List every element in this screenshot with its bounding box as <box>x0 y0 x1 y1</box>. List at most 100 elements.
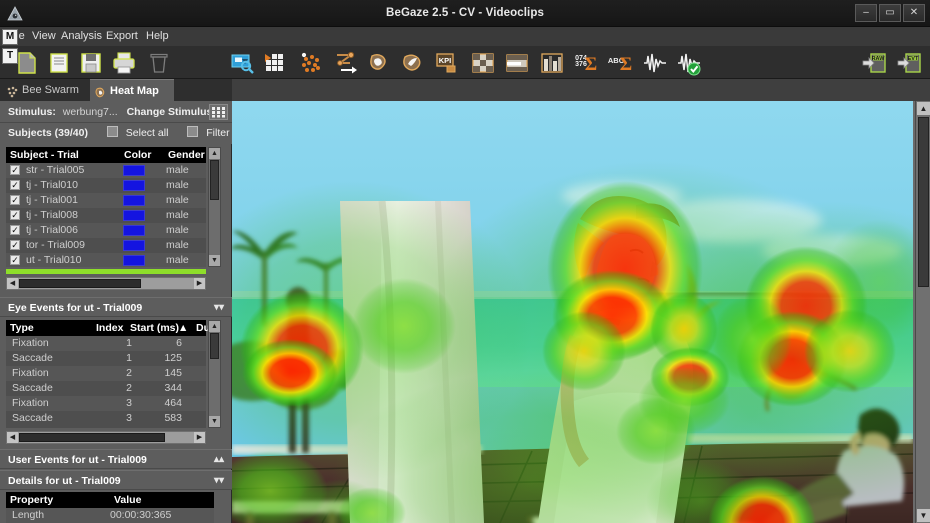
numeric-sum-icon[interactable]: 074 376 Σ <box>573 50 599 76</box>
filter-checkbox[interactable] <box>187 126 199 137</box>
table-row[interactable]: ✓ tor - Trial009 male <box>6 238 206 253</box>
scroll-up-arrow[interactable]: ▲ <box>917 102 930 115</box>
alphabetic-sum-icon[interactable]: ABC Σ <box>608 50 634 76</box>
table-row[interactable]: ✓ str - Trial005 male <box>6 163 206 178</box>
chevron-double-up-icon[interactable]: ▴▴ <box>214 450 224 470</box>
scroll-down-arrow[interactable]: ▼ <box>209 416 220 427</box>
cell-start: 125 <box>164 352 182 364</box>
color-swatch[interactable] <box>123 180 145 191</box>
table-row[interactable]: ✓ tj - Trial010 male <box>6 178 206 193</box>
export-raw-icon[interactable]: RAW <box>862 50 888 76</box>
color-swatch[interactable] <box>123 210 145 221</box>
table-row[interactable]: Saccade 3 583 <box>6 411 206 426</box>
scroll-down-arrow[interactable]: ▼ <box>917 509 930 522</box>
scroll-left-arrow[interactable]: ◀ <box>7 432 18 443</box>
row-checkbox[interactable]: ✓ <box>10 225 20 235</box>
color-swatch[interactable] <box>123 225 145 236</box>
color-swatch[interactable] <box>123 255 145 266</box>
eye-events-section-header[interactable]: Eye Events for ut - Trial009 ▾▾ <box>0 297 232 317</box>
column-gender[interactable]: Gender <box>164 147 206 163</box>
scroll-up-arrow[interactable]: ▲ <box>209 148 220 159</box>
viewport-vertical-scrollbar[interactable]: ▲ ▼ <box>915 101 930 523</box>
table-row[interactable]: Fixation 3 464 <box>6 396 206 411</box>
row-checkbox[interactable]: ✓ <box>10 210 20 220</box>
column-subject-trial[interactable]: Subject - Trial <box>6 147 118 163</box>
event-detection-icon[interactable] <box>676 50 702 76</box>
user-events-section-header[interactable]: User Events for ut - Trial009 ▴▴ <box>0 449 232 469</box>
binning-chart-icon[interactable] <box>470 50 496 76</box>
column-type[interactable]: Type <box>6 320 92 336</box>
row-checkbox[interactable]: ✓ <box>10 240 20 250</box>
mouse-mode-badge[interactable]: M <box>2 29 18 45</box>
column-start[interactable]: Start (ms) <box>126 320 182 336</box>
scanpath-icon[interactable] <box>333 50 359 76</box>
column-blank[interactable] <box>184 492 214 508</box>
heatmap-icon[interactable] <box>366 50 392 76</box>
scrollbar-thumb[interactable] <box>19 433 165 442</box>
table-row[interactable]: Saccade 1 125 <box>6 351 206 366</box>
table-row[interactable]: ✓ ut - Trial010 male <box>6 253 206 267</box>
save-file-icon[interactable] <box>78 50 104 76</box>
scrollbar-thumb[interactable] <box>210 333 219 359</box>
chevron-double-down-icon[interactable]: ▾▾ <box>214 471 224 491</box>
aoi-sequence-icon[interactable] <box>504 50 530 76</box>
eye-events-vertical-scrollbar[interactable]: ▲ ▼ <box>208 320 221 428</box>
column-color[interactable]: Color <box>120 147 162 163</box>
cell-gender: male <box>166 209 189 221</box>
menu-item-help[interactable]: Help <box>141 27 174 46</box>
table-row[interactable]: ✓ tj - Trial008 male <box>6 208 206 223</box>
heat-map-canvas[interactable] <box>232 101 913 523</box>
scroll-left-arrow[interactable]: ◀ <box>7 278 18 289</box>
close-button[interactable]: ✕ <box>903 4 925 22</box>
chevron-double-down-icon[interactable]: ▾▾ <box>214 298 224 318</box>
color-swatch[interactable] <box>123 240 145 251</box>
scanpath-video-icon[interactable] <box>230 50 256 76</box>
bee-swarm-icon[interactable] <box>298 50 324 76</box>
menu-item-export[interactable]: Export <box>101 27 143 46</box>
maximize-button[interactable]: ▭ <box>879 4 901 22</box>
print-icon[interactable] <box>111 50 137 76</box>
svg-text:Σ: Σ <box>620 54 632 75</box>
gridded-aoi-icon[interactable] <box>262 50 288 76</box>
kpi-icon[interactable]: KPI <box>434 50 460 76</box>
subjects-horizontal-scrollbar[interactable]: ◀ ▶ <box>6 277 206 290</box>
event-signal-icon[interactable] <box>642 50 668 76</box>
tab-bee-swarm[interactable]: Bee Swarm ✕ <box>2 79 90 118</box>
eye-events-title: Eye Events for ut - Trial009 <box>8 302 143 314</box>
column-property[interactable]: Property <box>6 492 110 508</box>
cell-index: 2 <box>126 382 132 394</box>
open-file-icon[interactable] <box>46 50 72 76</box>
color-swatch[interactable] <box>123 195 145 206</box>
table-row[interactable]: Fixation 2 145 <box>6 366 206 381</box>
color-swatch[interactable] <box>123 165 145 176</box>
grid-picker-icon[interactable] <box>209 104 228 120</box>
row-checkbox[interactable]: ✓ <box>10 195 20 205</box>
column-value[interactable]: Value <box>110 492 182 508</box>
focus-map-icon[interactable] <box>400 50 426 76</box>
table-row[interactable]: Fixation 1 6 <box>6 336 206 351</box>
tab-heat-map[interactable]: Heat Map ✕ <box>90 79 174 119</box>
subjects-vertical-scrollbar[interactable]: ▲ ▼ <box>208 147 221 267</box>
scrollbar-thumb[interactable] <box>918 117 929 287</box>
details-section-header[interactable]: Details for ut - Trial009 ▾▾ <box>0 470 232 490</box>
table-row[interactable]: Length 00:00:30:365 <box>6 508 214 523</box>
row-checkbox[interactable]: ✓ <box>10 165 20 175</box>
row-checkbox[interactable]: ✓ <box>10 180 20 190</box>
scroll-right-arrow[interactable]: ▶ <box>194 432 205 443</box>
eye-events-horizontal-scrollbar[interactable]: ◀ ▶ <box>6 431 206 444</box>
table-row[interactable]: ✓ tj - Trial001 male <box>6 193 206 208</box>
scroll-right-arrow[interactable]: ▶ <box>194 278 205 289</box>
scrollbar-thumb[interactable] <box>19 279 141 288</box>
scroll-down-arrow[interactable]: ▼ <box>209 255 220 266</box>
table-row[interactable]: ✓ tj - Trial006 male <box>6 223 206 238</box>
table-row[interactable]: Saccade 2 344 <box>6 381 206 396</box>
export-evt-icon[interactable]: EVT <box>897 50 923 76</box>
scrollbar-thumb[interactable] <box>210 160 219 200</box>
minimize-button[interactable]: – <box>855 4 877 22</box>
text-mode-badge[interactable]: T <box>2 48 18 64</box>
select-all-checkbox[interactable] <box>106 126 118 137</box>
scroll-up-arrow[interactable]: ▲ <box>209 321 220 332</box>
menu-item-analysis[interactable]: Analysis <box>56 27 107 46</box>
bar-statistics-icon[interactable] <box>539 50 565 76</box>
row-checkbox[interactable]: ✓ <box>10 255 20 265</box>
